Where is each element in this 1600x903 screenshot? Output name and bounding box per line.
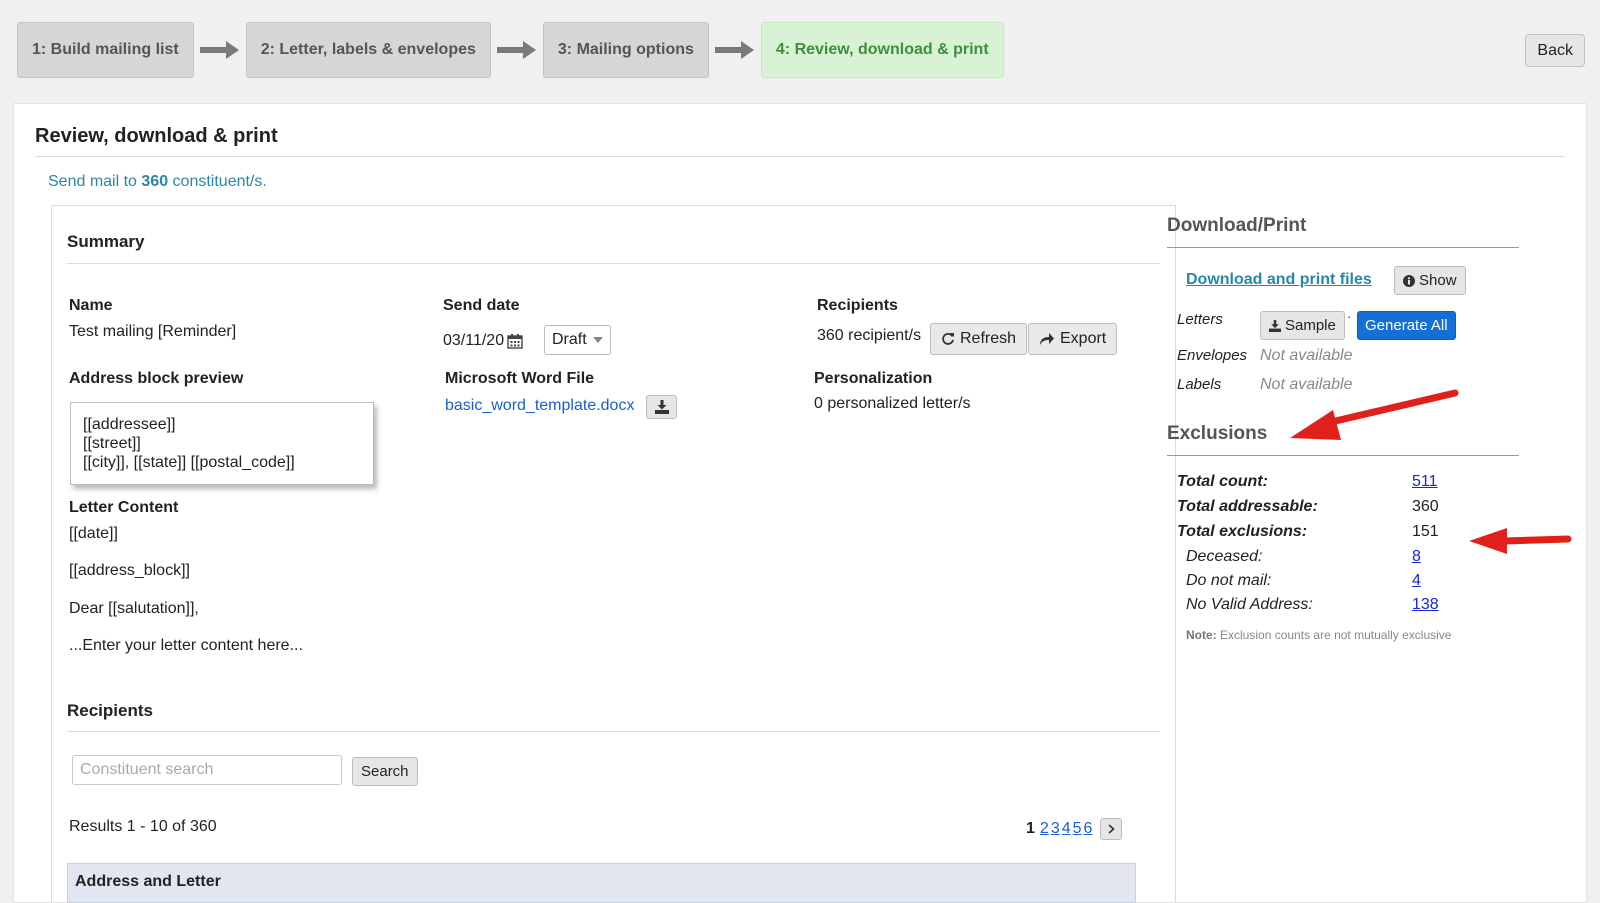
divider bbox=[67, 263, 1160, 264]
download-icon bbox=[1269, 319, 1281, 332]
back-button[interactable]: Back bbox=[1525, 34, 1585, 67]
share-icon bbox=[1040, 333, 1054, 345]
show-button[interactable]: Show bbox=[1394, 266, 1466, 295]
recipients-title: Recipients bbox=[67, 701, 153, 720]
divider bbox=[1167, 455, 1519, 456]
send-date-value[interactable]: 03/11/20 bbox=[443, 332, 523, 350]
word-file-download-button[interactable] bbox=[646, 395, 677, 419]
page-link[interactable]: 2 bbox=[1040, 820, 1049, 838]
export-button[interactable]: Export bbox=[1028, 323, 1118, 355]
sample-button[interactable]: Sample bbox=[1260, 311, 1345, 340]
total-exclusions-value: 151 bbox=[1412, 523, 1439, 540]
personalization-value: 0 personalized letter/s bbox=[814, 395, 971, 412]
total-count-label: Total count: bbox=[1177, 473, 1268, 490]
calendar-icon[interactable] bbox=[507, 333, 523, 349]
total-count-value[interactable]: 511 bbox=[1412, 473, 1438, 491]
no-valid-address-label: No Valid Address: bbox=[1186, 596, 1313, 613]
letter-line: Dear [[salutation]], bbox=[69, 600, 199, 617]
step-mailing-options[interactable]: 3: Mailing options bbox=[542, 22, 709, 78]
pagination: 1 2 3 4 5 6 bbox=[1026, 818, 1123, 840]
download-icon bbox=[654, 400, 669, 414]
labels-status: Not available bbox=[1260, 376, 1353, 393]
wizard-steps: 1: Build mailing list 2: Letter, labels … bbox=[17, 22, 1004, 78]
address-preview-label: Address block preview bbox=[69, 370, 244, 387]
word-file-label: Microsoft Word File bbox=[445, 370, 595, 387]
arrow-right-icon bbox=[194, 40, 246, 60]
send-date-label: Send date bbox=[443, 297, 520, 314]
caret-down-icon bbox=[593, 337, 603, 343]
total-addressable-value: 360 bbox=[1412, 498, 1439, 515]
page-current: 1 bbox=[1026, 820, 1035, 837]
generate-all-button[interactable]: Generate All bbox=[1357, 311, 1456, 340]
page-title: Review, download & print bbox=[35, 125, 278, 147]
name-value: Test mailing [Reminder] bbox=[69, 323, 237, 340]
right-column: Download/Print Download and print files … bbox=[1167, 104, 1527, 804]
envelopes-label: Envelopes bbox=[1177, 347, 1248, 364]
word-file-link[interactable]: basic_word_template.docx bbox=[445, 397, 634, 415]
address-block-preview: [[addressee]] [[street]] [[city]], [[sta… bbox=[70, 402, 374, 485]
envelopes-status: Not available bbox=[1260, 347, 1353, 364]
search-button[interactable]: Search bbox=[352, 757, 418, 786]
constituent-count: 360 bbox=[141, 173, 169, 190]
download-print-title: Download/Print bbox=[1167, 215, 1307, 236]
deceased-label: Deceased: bbox=[1186, 548, 1263, 565]
letter-line: [[address_block]] bbox=[69, 562, 190, 579]
chevron-right-icon bbox=[1108, 824, 1115, 834]
no-valid-address-value[interactable]: 138 bbox=[1412, 596, 1439, 614]
arrow-right-icon bbox=[491, 40, 543, 60]
step-build-mailing-list[interactable]: 1: Build mailing list bbox=[17, 22, 194, 78]
summary-title: Summary bbox=[67, 232, 145, 251]
table-header: Address and Letter bbox=[67, 863, 1136, 903]
total-addressable-label: Total addressable: bbox=[1177, 498, 1318, 515]
main-panel: Review, download & print Send mail to 36… bbox=[13, 103, 1587, 903]
separator-dot: · bbox=[1347, 309, 1352, 324]
info-icon bbox=[1403, 274, 1415, 287]
personalization-label: Personalization bbox=[814, 370, 933, 387]
recipients-label: Recipients bbox=[817, 297, 898, 314]
step-review-download-print[interactable]: 4: Review, download & print bbox=[760, 22, 1004, 78]
refresh-button[interactable]: Refresh bbox=[930, 323, 1028, 355]
deceased-value[interactable]: 8 bbox=[1412, 548, 1421, 566]
arrow-right-icon bbox=[709, 40, 761, 60]
do-not-mail-value[interactable]: 4 bbox=[1412, 572, 1421, 590]
send-mail-summary: Send mail to 360 constituent/s. bbox=[48, 173, 267, 190]
step-letter-labels-envelopes[interactable]: 2: Letter, labels & envelopes bbox=[245, 22, 491, 78]
page-link[interactable]: 3 bbox=[1051, 820, 1060, 838]
page-link[interactable]: 4 bbox=[1062, 820, 1071, 838]
status-select[interactable]: Draft bbox=[544, 325, 611, 355]
refresh-icon bbox=[942, 333, 954, 345]
download-print-files-link[interactable]: Download and print files bbox=[1186, 271, 1372, 289]
recipients-count: 360 recipient/s bbox=[817, 327, 922, 344]
exclusions-title: Exclusions bbox=[1167, 423, 1268, 444]
page-link[interactable]: 5 bbox=[1073, 820, 1082, 838]
total-exclusions-label: Total exclusions: bbox=[1177, 523, 1308, 540]
exclusion-note: Note: Exclusion counts are not mutually … bbox=[1186, 628, 1452, 642]
page-link[interactable]: 6 bbox=[1084, 820, 1093, 838]
constituent-search-input[interactable] bbox=[72, 755, 342, 785]
divider bbox=[67, 731, 1160, 732]
summary-box: Summary Name Test mailing [Reminder] Sen… bbox=[51, 205, 1176, 903]
do-not-mail-label: Do not mail: bbox=[1186, 572, 1272, 589]
letter-content-label: Letter Content bbox=[69, 499, 179, 516]
labels-label: Labels bbox=[1177, 376, 1222, 393]
letter-line: ...Enter your letter content here... bbox=[69, 637, 303, 654]
name-label: Name bbox=[69, 297, 113, 314]
divider bbox=[1167, 247, 1519, 248]
results-count: Results 1 - 10 of 360 bbox=[69, 818, 217, 835]
next-page-button[interactable] bbox=[1100, 818, 1123, 840]
letters-label: Letters bbox=[1177, 311, 1223, 328]
letter-line: [[date]] bbox=[69, 525, 118, 542]
